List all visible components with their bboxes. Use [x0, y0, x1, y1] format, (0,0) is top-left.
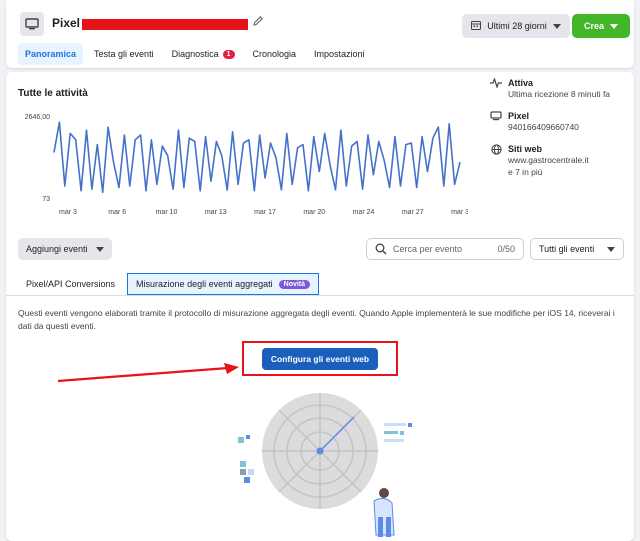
x-tick-label: mar 20	[303, 209, 325, 216]
add-events-dropdown[interactable]: Aggiungi eventi	[18, 238, 112, 260]
subtab-label: Pixel/API Conversions	[26, 279, 116, 289]
tab-settings[interactable]: Impostazioni	[307, 43, 372, 65]
diagnostics-count-badge: 1	[222, 49, 235, 59]
y-tick-label: 73	[42, 196, 50, 203]
calendar-icon	[471, 20, 482, 32]
tab-overview[interactable]: Panoramica	[18, 43, 84, 65]
subtab-pixel-api[interactable]: Pixel/API Conversions	[18, 273, 123, 295]
overview-panel: Tutte le attività 2646,00 73 mar 3 mar 6 mar…	[6, 72, 634, 541]
subtab-aggregated-events[interactable]: Misurazione degli eventi aggregati Novit…	[127, 273, 320, 295]
date-range-label: Ultimi 28 giorni	[487, 21, 547, 31]
x-tick-label: mar 3	[59, 209, 77, 216]
tab-label: Panoramica	[25, 49, 77, 59]
pixel-label: Pixel	[508, 111, 530, 121]
search-placeholder: Cerca per evento	[393, 244, 463, 254]
pixel-header: Pixel Ultimi 28 giorni Crea Panoramica T…	[6, 0, 634, 68]
more-websites-link[interactable]: e 7 in più	[508, 166, 589, 178]
caret-down-icon	[610, 21, 618, 31]
all-events-dropdown[interactable]: Tutti gli eventi	[530, 238, 624, 260]
tab-label: Cronologia	[252, 49, 297, 59]
subtab-divider	[6, 295, 634, 296]
subtab-label: Misurazione degli eventi aggregati	[136, 279, 273, 289]
all-events-label: Tutti gli eventi	[539, 244, 595, 254]
x-tick-label: mar 27	[402, 209, 424, 216]
status-title: Attiva	[508, 78, 534, 88]
status-subtitle: Ultima ricezione 8 minuti fa	[508, 89, 611, 99]
edit-pencil-icon[interactable]	[252, 15, 264, 29]
x-tick-label: mar 31	[451, 209, 468, 216]
monitor-icon	[20, 12, 44, 36]
new-badge: Novità	[278, 279, 311, 289]
annotation-arrow	[57, 363, 239, 383]
caret-down-icon	[607, 244, 615, 254]
tab-diagnostics[interactable]: Diagnostica 1	[165, 43, 242, 65]
websites-row: Siti web www.gastrocentrale.it e 7 in pi…	[490, 144, 589, 178]
x-tick-label: mar 24	[353, 209, 375, 216]
create-label: Crea	[583, 21, 604, 31]
x-tick-label: mar 6	[108, 209, 126, 216]
tab-label: Testa gli eventi	[94, 49, 154, 59]
monitor-icon	[490, 111, 502, 133]
tab-test-events[interactable]: Testa gli eventi	[87, 43, 161, 65]
tab-history[interactable]: Cronologia	[246, 43, 304, 65]
radar-illustration	[238, 393, 412, 537]
y-tick-label: 2646,00	[25, 114, 50, 121]
x-tick-label: mar 17	[254, 209, 276, 216]
globe-icon	[490, 144, 502, 178]
aggregated-events-description: Questi eventi vengono elaborati tramite …	[18, 308, 615, 331]
pixel-title: Pixel	[52, 16, 81, 30]
pixel-id: 940166409660740	[508, 122, 579, 132]
add-events-label: Aggiungi eventi	[26, 244, 88, 254]
x-tick-label: mar 10	[156, 209, 178, 216]
search-char-count: 0/50	[497, 244, 515, 254]
create-button[interactable]: Crea	[572, 14, 630, 38]
configure-web-events-button[interactable]: Configura gli eventi web	[262, 348, 378, 370]
caret-down-icon	[96, 244, 104, 254]
tab-label: Diagnostica	[171, 49, 219, 59]
event-search-input[interactable]: Cerca per evento 0/50	[366, 238, 524, 260]
website-url: www.gastrocentrale.it	[508, 155, 589, 165]
caret-down-icon	[552, 21, 561, 31]
activity-pulse-icon	[490, 78, 502, 100]
activity-line-chart: 2646,00 73 mar 3 mar 6 mar 10 mar 13 mar 17 mar…	[25, 114, 468, 216]
search-icon	[375, 243, 387, 257]
x-tick-label: mar 13	[205, 209, 227, 216]
status-row: Attiva Ultima ricezione 8 minuti fa	[490, 78, 610, 100]
events-subtabs: Pixel/API Conversions Misurazione degli …	[18, 273, 320, 295]
redacted-pixel-name	[82, 19, 248, 30]
websites-title: Siti web	[508, 144, 543, 154]
tab-label: Impostazioni	[314, 49, 365, 59]
pixel-id-row: Pixel 940166409660740	[490, 111, 579, 133]
date-range-dropdown[interactable]: Ultimi 28 giorni	[462, 14, 570, 38]
activity-title: Tutte le attività	[18, 88, 88, 99]
activity-series-line	[53, 121, 461, 194]
pixel-tabs: Panoramica Testa gli eventi Diagnostica 1…	[18, 43, 372, 65]
